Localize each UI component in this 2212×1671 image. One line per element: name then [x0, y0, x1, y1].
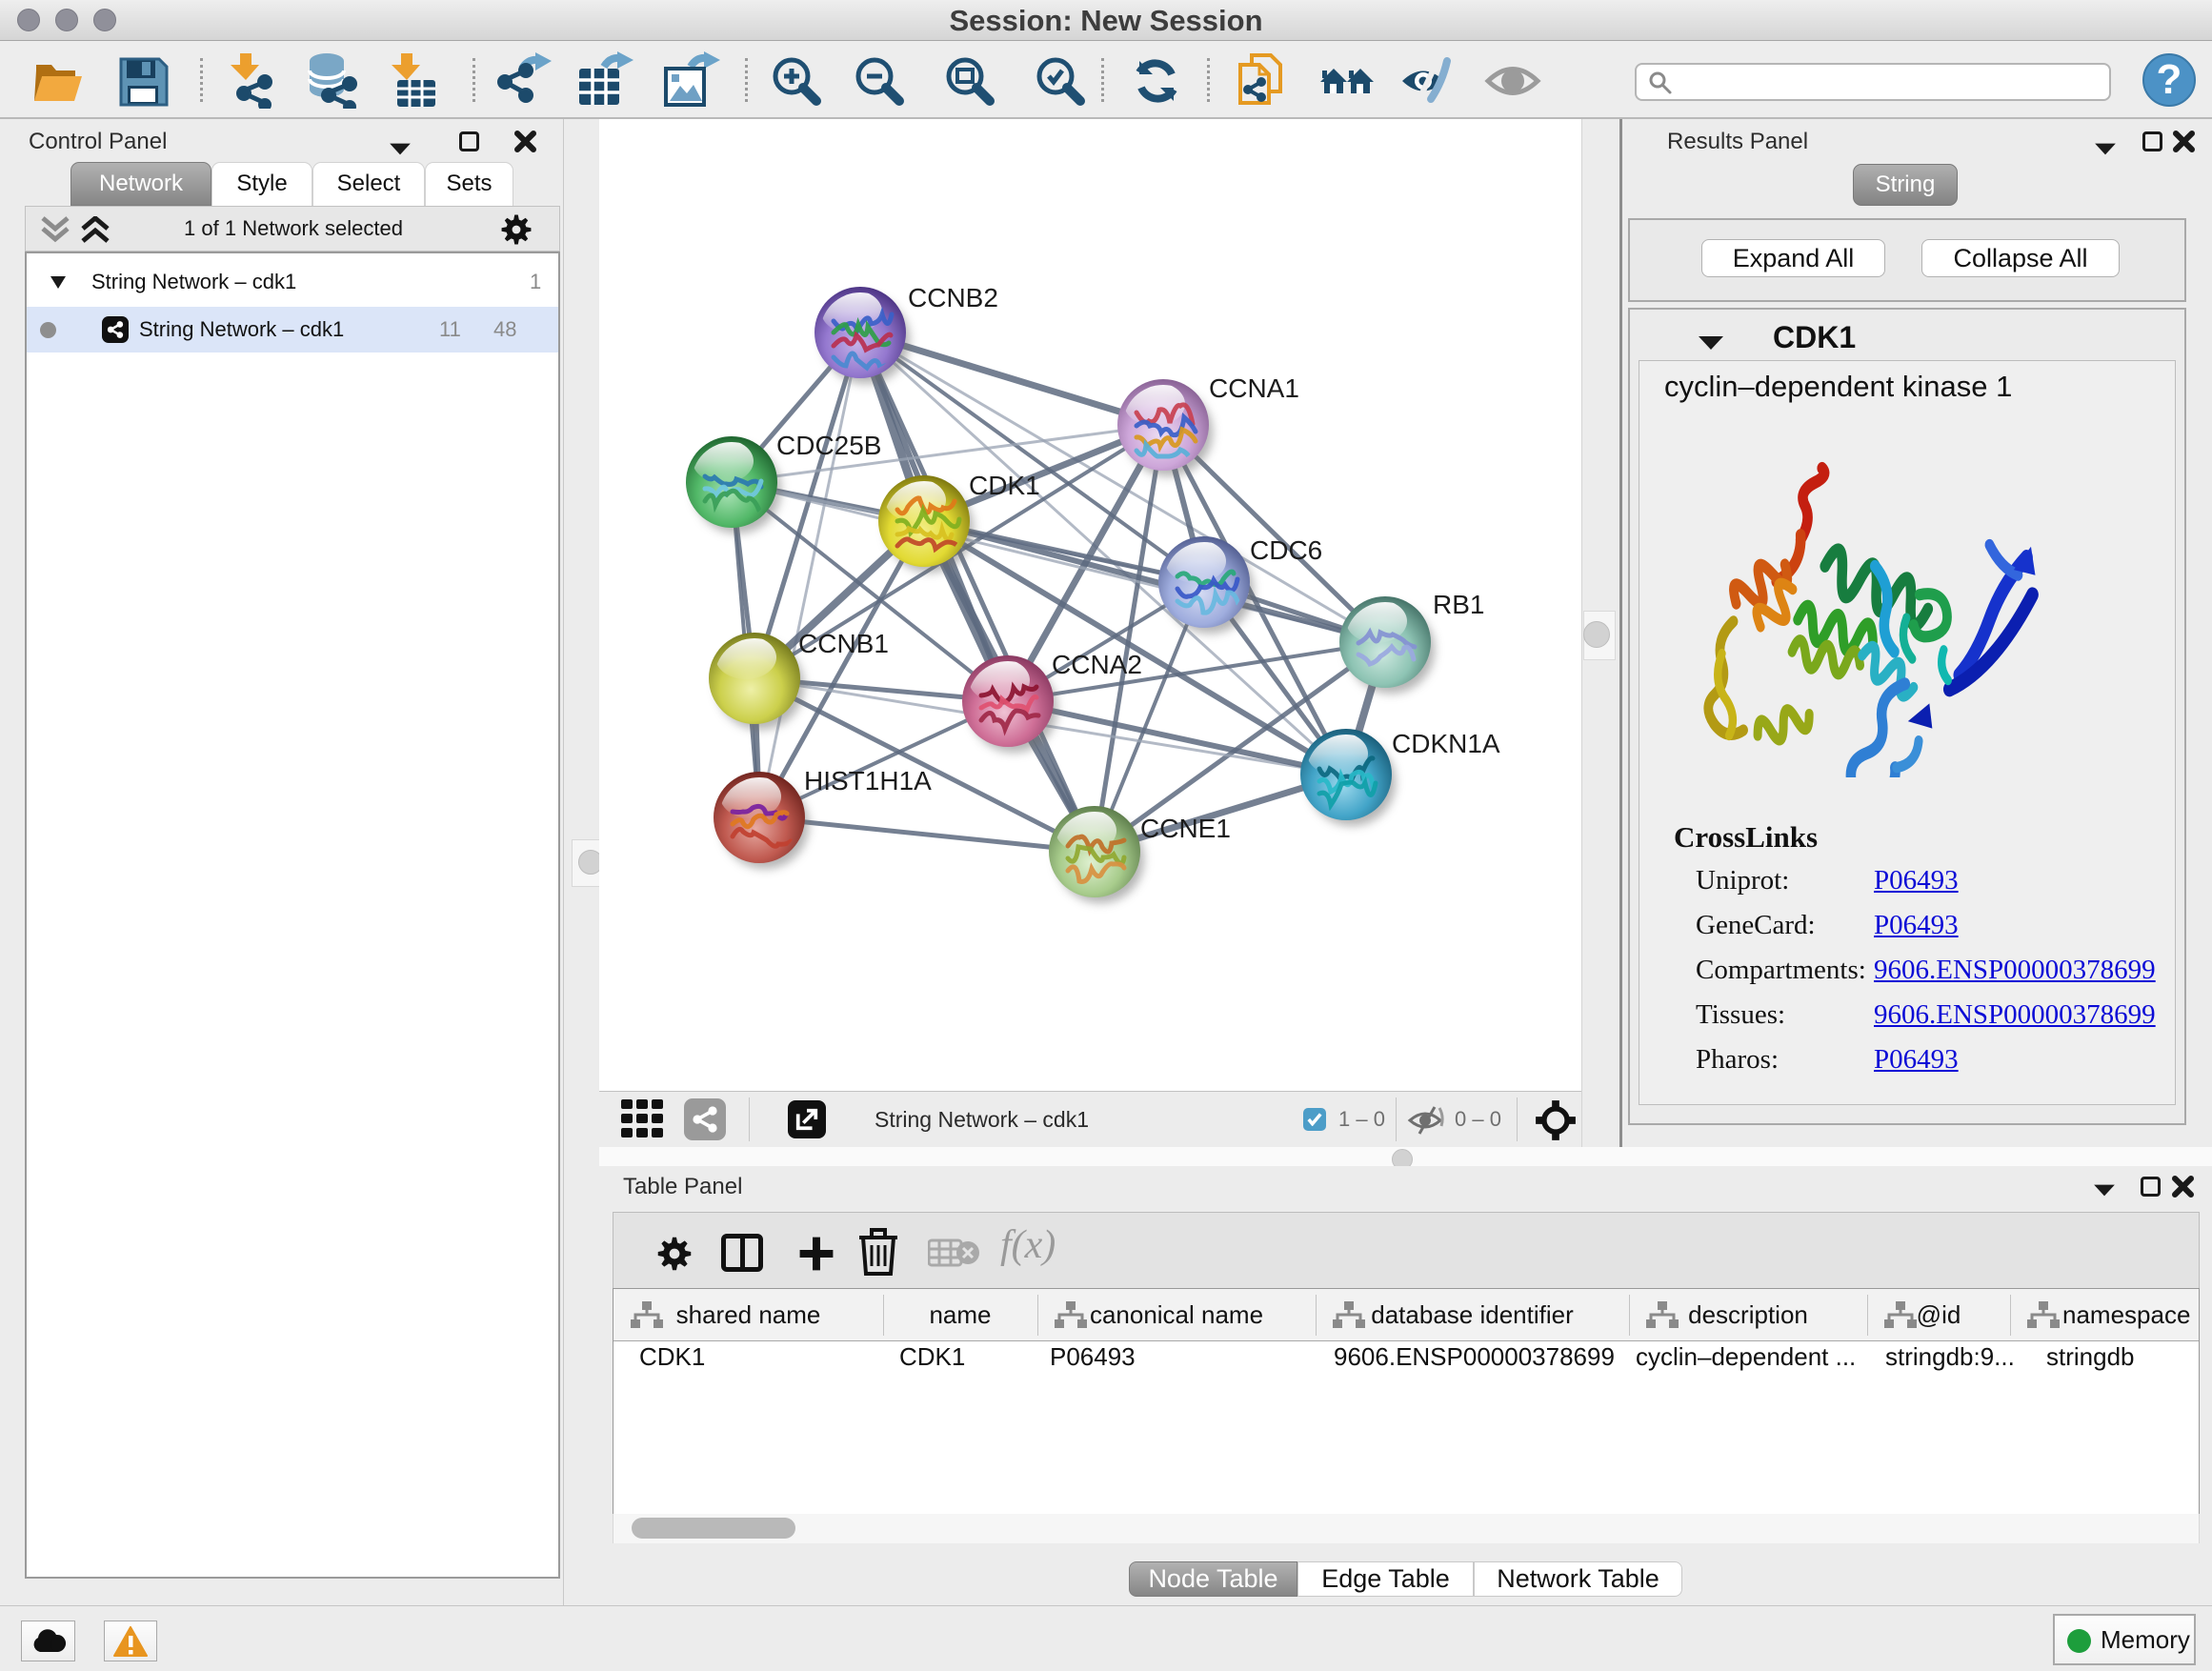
svg-text:RB1: RB1 — [1433, 590, 1484, 619]
svg-text:CDC6: CDC6 — [1250, 535, 1322, 565]
svg-text:CCNA2: CCNA2 — [1052, 650, 1142, 679]
svg-text:HIST1H1A: HIST1H1A — [804, 766, 932, 795]
svg-text:CCNA1: CCNA1 — [1209, 373, 1299, 403]
svg-text:CDK1: CDK1 — [969, 471, 1040, 500]
svg-text:CCNB1: CCNB1 — [798, 629, 889, 658]
svg-text:CCNB2: CCNB2 — [908, 283, 998, 312]
svg-text:CCNE1: CCNE1 — [1140, 814, 1231, 843]
svg-text:CDC25B: CDC25B — [776, 431, 881, 460]
svg-text:CDKN1A: CDKN1A — [1392, 729, 1500, 758]
